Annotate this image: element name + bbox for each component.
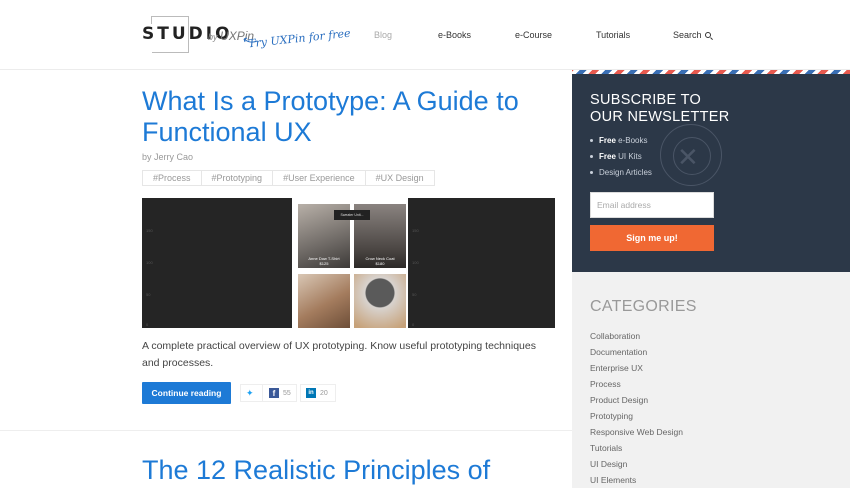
share-buttons: ✦ f 55 (240, 384, 297, 402)
post-title[interactable]: What Is a Prototype: A Guide to Function… (142, 86, 562, 148)
hero-tick: 150 (146, 228, 153, 233)
tag-process[interactable]: #Process (142, 170, 202, 186)
sign-up-button[interactable]: Sign me up! (590, 225, 714, 251)
nav-blog[interactable]: Blog (374, 30, 392, 40)
product-price: $125 (319, 261, 329, 266)
logo-by: by (208, 32, 218, 42)
category-link[interactable]: Documentation (590, 347, 683, 363)
category-link[interactable]: Prototyping (590, 411, 683, 427)
hero-tick: 0 (146, 322, 149, 327)
benefit-bold: Free (599, 136, 616, 145)
tag-prototyping[interactable]: #Prototyping (201, 170, 274, 186)
post-excerpt: A complete practical overview of UX prot… (142, 340, 536, 369)
newsletter-benefits: Free e-Books Free UI Kits Design Article… (590, 136, 652, 184)
benefit-text: UI Kits (615, 152, 642, 161)
linkedin-icon[interactable]: in (306, 388, 316, 398)
post-title-2[interactable]: The 12 Realistic Principles of (142, 455, 490, 486)
site-header: STUDIO by UXPin Try UXPin for free Blog … (0, 0, 850, 70)
share-divider (262, 384, 263, 402)
category-link[interactable]: Enterprise UX (590, 363, 683, 379)
hero-tick: 100 (146, 260, 153, 265)
product-caption: Crow Neck Coat $180 (355, 256, 405, 266)
product-photo (354, 274, 406, 328)
post-byline: by Jerry Cao (142, 152, 194, 162)
category-link[interactable]: UI Design (590, 459, 683, 475)
newsletter-title-line1: SUBSCRIBE TO (590, 92, 702, 108)
nav-ecourse[interactable]: e-Course (515, 30, 552, 40)
category-link[interactable]: Tutorials (590, 443, 683, 459)
benefit-text: Design Articles (599, 168, 652, 177)
nav-search-label: Search (673, 30, 702, 40)
email-field[interactable]: Email address (590, 192, 714, 218)
facebook-count: 55 (283, 389, 291, 397)
newsletter-title: SUBSCRIBE TO OUR NEWSLETTER (590, 92, 730, 126)
hero-tick: 50 (412, 292, 417, 297)
category-link[interactable]: Product Design (590, 395, 683, 411)
nav-ebooks[interactable]: e-Books (438, 30, 471, 40)
hero-tick: 150 (412, 228, 419, 233)
close-x-icon: ✕ (677, 142, 699, 172)
hero-dark-panel-right: 150 100 50 0 (408, 198, 555, 328)
try-free-link[interactable]: Try UXPin for free (248, 27, 352, 51)
post-divider (0, 430, 572, 431)
benefit-item: Free e-Books (590, 136, 652, 152)
benefit-bold: Free (599, 152, 616, 161)
categories-list: Collaboration Documentation Enterprise U… (590, 331, 683, 488)
product-tooltip: Sweater Unit... (334, 210, 370, 220)
stamp-icon: ✕ (660, 124, 722, 186)
post-hero-image[interactable]: 150 100 50 0 Sweater Unit... Anne Dow T-… (142, 198, 555, 328)
nav-tutorials[interactable]: Tutorials (596, 30, 630, 40)
hero-tick: 0 (412, 322, 415, 327)
benefit-item: Free UI Kits (590, 152, 652, 168)
newsletter-panel: ✕ SUBSCRIBE TO OUR NEWSLETTER Free e-Boo… (572, 74, 850, 272)
benefit-item: Design Articles (590, 168, 652, 184)
nav-search[interactable]: Search (673, 30, 711, 40)
categories-title: CATEGORIES (590, 298, 697, 315)
twitter-icon[interactable]: ✦ (246, 389, 256, 398)
hero-tick: 50 (146, 292, 151, 297)
facebook-icon[interactable]: f (269, 388, 279, 398)
linkedin-share: in 20 (300, 384, 336, 402)
tag-ux-design[interactable]: #UX Design (365, 170, 435, 186)
category-link[interactable]: Responsive Web Design (590, 427, 683, 443)
category-link[interactable]: UI Elements (590, 475, 683, 488)
category-link[interactable]: Collaboration (590, 331, 683, 347)
tag-user-experience[interactable]: #User Experience (273, 170, 366, 186)
continue-reading-button[interactable]: Continue reading (142, 382, 231, 404)
post-tags: #Process #Prototyping #User Experience #… (142, 170, 435, 186)
category-link[interactable]: Process (590, 379, 683, 395)
newsletter-title-line2: OUR NEWSLETTER (590, 109, 730, 125)
hero-tick: 100 (412, 260, 419, 265)
product-caption: Anne Dow T-Shirt $125 (299, 256, 349, 266)
linkedin-count: 20 (320, 389, 328, 397)
product-price: $180 (375, 261, 385, 266)
search-icon (704, 32, 711, 38)
product-photo (298, 274, 350, 328)
benefit-text: e-Books (615, 136, 648, 145)
hero-product-grid: Sweater Unit... Anne Dow T-Shirt $125 Cr… (294, 198, 406, 328)
hero-dark-panel-left: 150 100 50 0 (142, 198, 292, 328)
